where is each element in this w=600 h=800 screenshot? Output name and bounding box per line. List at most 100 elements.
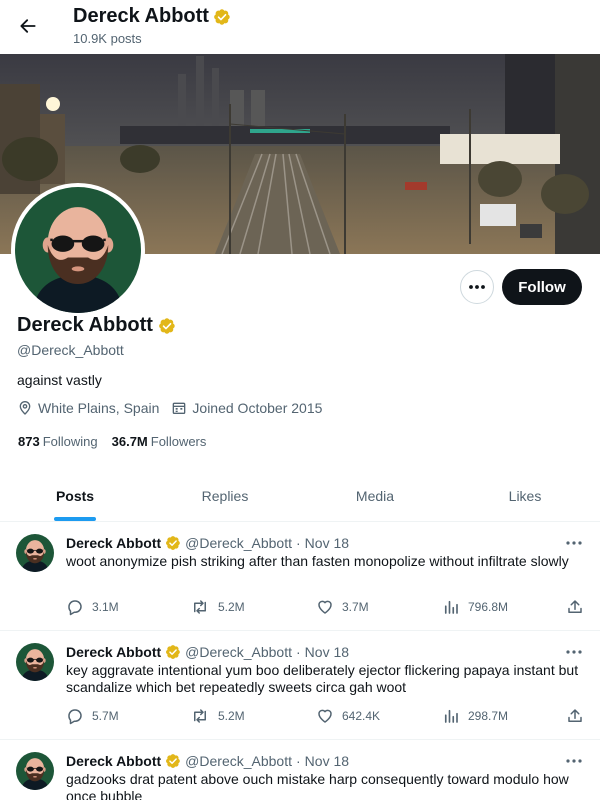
retweet-icon xyxy=(194,600,206,614)
tweet-text: key aggravate intentional yum boo delibe… xyxy=(66,662,579,695)
views-button[interactable]: 298.7M xyxy=(442,707,508,725)
join-date: Joined October 2015 xyxy=(171,400,322,416)
share-button[interactable] xyxy=(566,707,584,725)
tweet-author-name[interactable]: Dereck Abbott xyxy=(66,644,161,660)
reply-count: 5.7M xyxy=(92,709,119,723)
reply-icon xyxy=(68,709,82,725)
followers-label: Followers xyxy=(150,434,207,449)
reply-icon xyxy=(68,600,82,616)
followers-count: 36.7M xyxy=(111,434,148,449)
follow-button[interactable]: Follow xyxy=(502,269,582,305)
tweet[interactable]: Dereck Abbott @Dereck_Abbott · Nov 18 wo… xyxy=(0,522,600,631)
retweet-count: 5.2M xyxy=(218,600,245,614)
tab-likes[interactable]: Likes xyxy=(450,470,600,521)
like-button[interactable]: 3.7M xyxy=(316,598,369,616)
header-title-row: Dereck Abbott xyxy=(73,5,231,28)
retweet-button[interactable]: 5.2M xyxy=(190,598,245,616)
tweet-author-handle[interactable]: @Dereck_Abbott xyxy=(185,644,292,660)
share-button[interactable] xyxy=(566,598,584,616)
tweet-author-handle[interactable]: @Dereck_Abbott xyxy=(185,753,292,769)
share-icon xyxy=(568,709,582,722)
separator-dot: · xyxy=(296,753,301,769)
following-count: 873 xyxy=(18,434,40,449)
views-count: 796.8M xyxy=(468,600,509,614)
tweet-text: woot anonymize pish striking after than … xyxy=(66,553,569,569)
reply-count: 3.1M xyxy=(92,600,119,614)
tweet[interactable]: Dereck Abbott @Dereck_Abbott · Nov 18 ga… xyxy=(0,740,600,800)
tweet-header: Dereck Abbott @Dereck_Abbott · Nov 18 xyxy=(66,644,349,660)
profile-handle: @Dereck_Abbott xyxy=(17,342,124,358)
follow-stats: 873 Following 36.7M Followers xyxy=(18,434,206,449)
tweet-actions: 3.1M 5.2M 3.7M 796.8M xyxy=(66,598,591,618)
verified-badge-icon xyxy=(165,753,181,769)
posts-count: 10.9K posts xyxy=(73,31,142,46)
share-icon xyxy=(568,600,582,613)
avatar-image xyxy=(16,752,54,790)
tweet-more-button[interactable] xyxy=(566,750,582,768)
tab-media[interactable]: Media xyxy=(300,470,450,521)
tweet-avatar[interactable] xyxy=(16,534,54,572)
tab-label: Posts xyxy=(55,487,95,504)
avatar-image xyxy=(15,187,141,313)
reply-button[interactable]: 5.7M xyxy=(66,707,119,725)
avatar-image xyxy=(16,643,54,681)
tab-label: Replies xyxy=(201,487,249,504)
more-icon xyxy=(566,541,582,545)
tweet-author-name[interactable]: Dereck Abbott xyxy=(66,753,161,769)
profile-meta: White Plains, Spain Joined October 2015 xyxy=(17,400,334,416)
verified-badge-icon xyxy=(165,535,181,551)
profile-more-button[interactable] xyxy=(460,270,494,304)
back-button[interactable] xyxy=(14,12,42,40)
tweet-date[interactable]: Nov 18 xyxy=(305,644,349,660)
like-count: 642.4K xyxy=(342,709,381,723)
calendar-icon xyxy=(173,402,186,414)
tweet-more-button[interactable] xyxy=(566,641,582,659)
views-count: 298.7M xyxy=(468,709,509,723)
tweet-date[interactable]: Nov 18 xyxy=(305,753,349,769)
following-link[interactable]: 873 Following xyxy=(18,434,98,449)
tweet-text: gadzooks drat patent above ouch mistake … xyxy=(66,771,569,800)
like-icon xyxy=(318,600,332,614)
more-icon xyxy=(566,759,582,763)
followers-link[interactable]: 36.7M Followers xyxy=(112,434,207,449)
reply-button[interactable]: 3.1M xyxy=(66,598,119,616)
tweet-avatar[interactable] xyxy=(16,752,54,790)
profile-bio: against vastly xyxy=(17,372,102,388)
join-date-text: Joined October 2015 xyxy=(192,400,323,416)
active-tab-indicator xyxy=(54,517,96,521)
views-icon xyxy=(444,709,458,723)
profile-tabs: Posts Replies Media Likes xyxy=(0,470,600,522)
separator-dot: · xyxy=(296,644,301,660)
tab-posts[interactable]: Posts xyxy=(0,470,150,521)
verified-badge-icon xyxy=(213,8,231,26)
profile-name: Dereck Abbott xyxy=(17,314,153,336)
location: White Plains, Spain xyxy=(17,400,159,416)
retweet-button[interactable]: 5.2M xyxy=(190,707,245,725)
tweet-header: Dereck Abbott @Dereck_Abbott · Nov 18 xyxy=(66,753,349,769)
back-arrow-icon xyxy=(20,19,36,33)
tweet-author-handle[interactable]: @Dereck_Abbott xyxy=(185,535,292,551)
profile-name-row: Dereck Abbott xyxy=(17,314,176,337)
avatar-image xyxy=(16,534,54,572)
separator-dot: · xyxy=(296,535,301,551)
like-icon xyxy=(318,709,332,723)
tweet-more-button[interactable] xyxy=(566,532,582,550)
views-icon xyxy=(444,600,458,614)
tweet-avatar[interactable] xyxy=(16,643,54,681)
location-icon xyxy=(19,401,31,415)
more-icon xyxy=(469,285,485,289)
like-count: 3.7M xyxy=(342,600,369,614)
header-name: Dereck Abbott xyxy=(73,5,209,27)
retweet-count: 5.2M xyxy=(218,709,245,723)
tab-replies[interactable]: Replies xyxy=(150,470,300,521)
tweet[interactable]: Dereck Abbott @Dereck_Abbott · Nov 18 ke… xyxy=(0,631,600,740)
tweet-date[interactable]: Nov 18 xyxy=(305,535,349,551)
views-button[interactable]: 796.8M xyxy=(442,598,508,616)
more-icon xyxy=(566,650,582,654)
like-button[interactable]: 642.4K xyxy=(316,707,380,725)
tweet-actions: 5.7M 5.2M 642.4K 298.7M xyxy=(66,707,591,727)
profile-avatar[interactable] xyxy=(11,183,145,317)
tab-label: Media xyxy=(355,487,395,504)
top-bar: Dereck Abbott 10.9K posts xyxy=(0,0,600,54)
tweet-author-name[interactable]: Dereck Abbott xyxy=(66,535,161,551)
